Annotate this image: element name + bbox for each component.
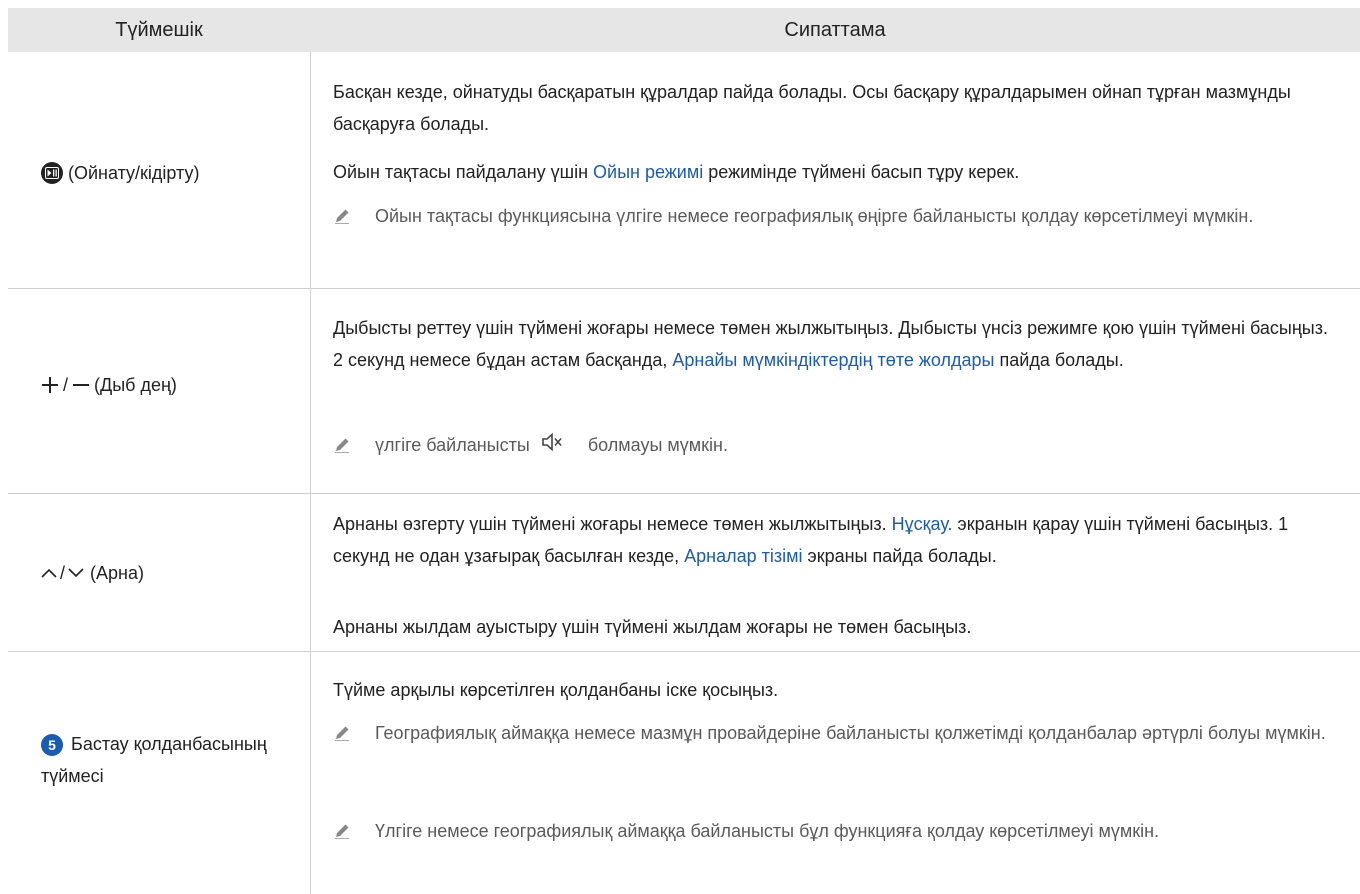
description-text: Ойын тақтасы пайдалану үшін Ойын режимі … <box>333 156 1333 188</box>
column-header-button: Түймешік <box>8 8 310 52</box>
text: үлгіге байланысты <box>375 435 530 455</box>
note-text: Географиялық аймаққа немесе мазмұн прова… <box>375 723 1326 743</box>
button-label: (Ойнату/кідірту) <box>68 162 200 183</box>
play-pause-icon <box>41 162 63 184</box>
column-divider <box>310 52 311 894</box>
text: режимінде түймені басып тұру керек. <box>703 162 1020 182</box>
pencil-note-icon <box>333 717 361 749</box>
description-text: Арнаны жылдам ауыстыру үшін түймені жылд… <box>333 617 972 637</box>
description-text: Басқан кезде, ойнатуды басқаратын құралд… <box>333 82 1291 134</box>
text: экраны пайда болады. <box>802 546 997 566</box>
pencil-note-icon <box>333 429 361 462</box>
note-text: үлгіге байланысты болмауы мүмкін. <box>361 429 1333 462</box>
note: Ойын тақтасы функциясына үлгіге немесе г… <box>333 200 1333 232</box>
minus-icon <box>72 376 90 394</box>
mute-icon <box>541 430 563 462</box>
row-divider <box>8 651 1360 652</box>
chevron-down-icon <box>68 567 84 579</box>
row-divider <box>8 493 1360 494</box>
slash: / <box>63 374 69 395</box>
note: Үлгіге немесе географиялық аймаққа байла… <box>333 815 1333 847</box>
description-text: Дыбысты реттеу үшін түймені жоғары немес… <box>333 312 1333 376</box>
pencil-note-icon <box>333 815 361 847</box>
text: Арнаны өзгерту үшін түймені жоғары немес… <box>333 514 892 534</box>
text: болмауы мүмкін. <box>587 435 728 455</box>
text: пайда болады. <box>994 350 1124 370</box>
column-header-button-label: Түймешік <box>115 18 203 41</box>
table-row-play-pause: (Ойнату/кідірту) <box>41 158 301 188</box>
button-label: (Дыб дең) <box>94 374 177 395</box>
note: Географиялық аймаққа немесе мазмұн прова… <box>333 717 1333 749</box>
button-label: Бастау қолданбасының түймесі <box>41 734 267 786</box>
accessibility-shortcuts-link[interactable]: Арнайы мүмкіндіктердің төте жолдары <box>672 350 994 370</box>
row-divider <box>8 288 1360 289</box>
table-row-channel: / (Арна) <box>41 558 301 588</box>
column-header-description: Сипаттама <box>310 8 1360 52</box>
pencil-note-icon <box>333 200 361 232</box>
plus-icon <box>41 376 59 394</box>
text: Ойын тақтасы пайдалану үшін <box>333 162 594 182</box>
column-header-description-label: Сипаттама <box>784 18 886 41</box>
game-mode-link[interactable]: Ойын режимі <box>593 162 703 182</box>
number-5-badge-icon: 5 <box>41 734 63 756</box>
table-row-volume: / (Дыб дең) <box>41 370 301 400</box>
table-row-start-app: 5 Бастау қолданбасының түймесі <box>41 728 301 792</box>
description-text: Түйме арқылы көрсетілген қолданбаны іске… <box>333 680 779 700</box>
description-text: Арнаны өзгерту үшін түймені жоғары немес… <box>333 508 1333 572</box>
button-label: (Арна) <box>90 562 144 583</box>
note-text: Үлгіге немесе географиялық аймаққа байла… <box>375 821 1160 841</box>
note-text: Ойын тақтасы функциясына үлгіге немесе г… <box>375 206 1254 226</box>
chevron-up-icon <box>41 567 57 579</box>
note: үлгіге байланысты болмауы мүмкін. <box>333 429 1333 462</box>
channel-list-link[interactable]: Арналар тізімі <box>684 546 802 566</box>
slash: / <box>60 562 66 583</box>
guide-link[interactable]: Нұсқау. <box>892 514 953 534</box>
